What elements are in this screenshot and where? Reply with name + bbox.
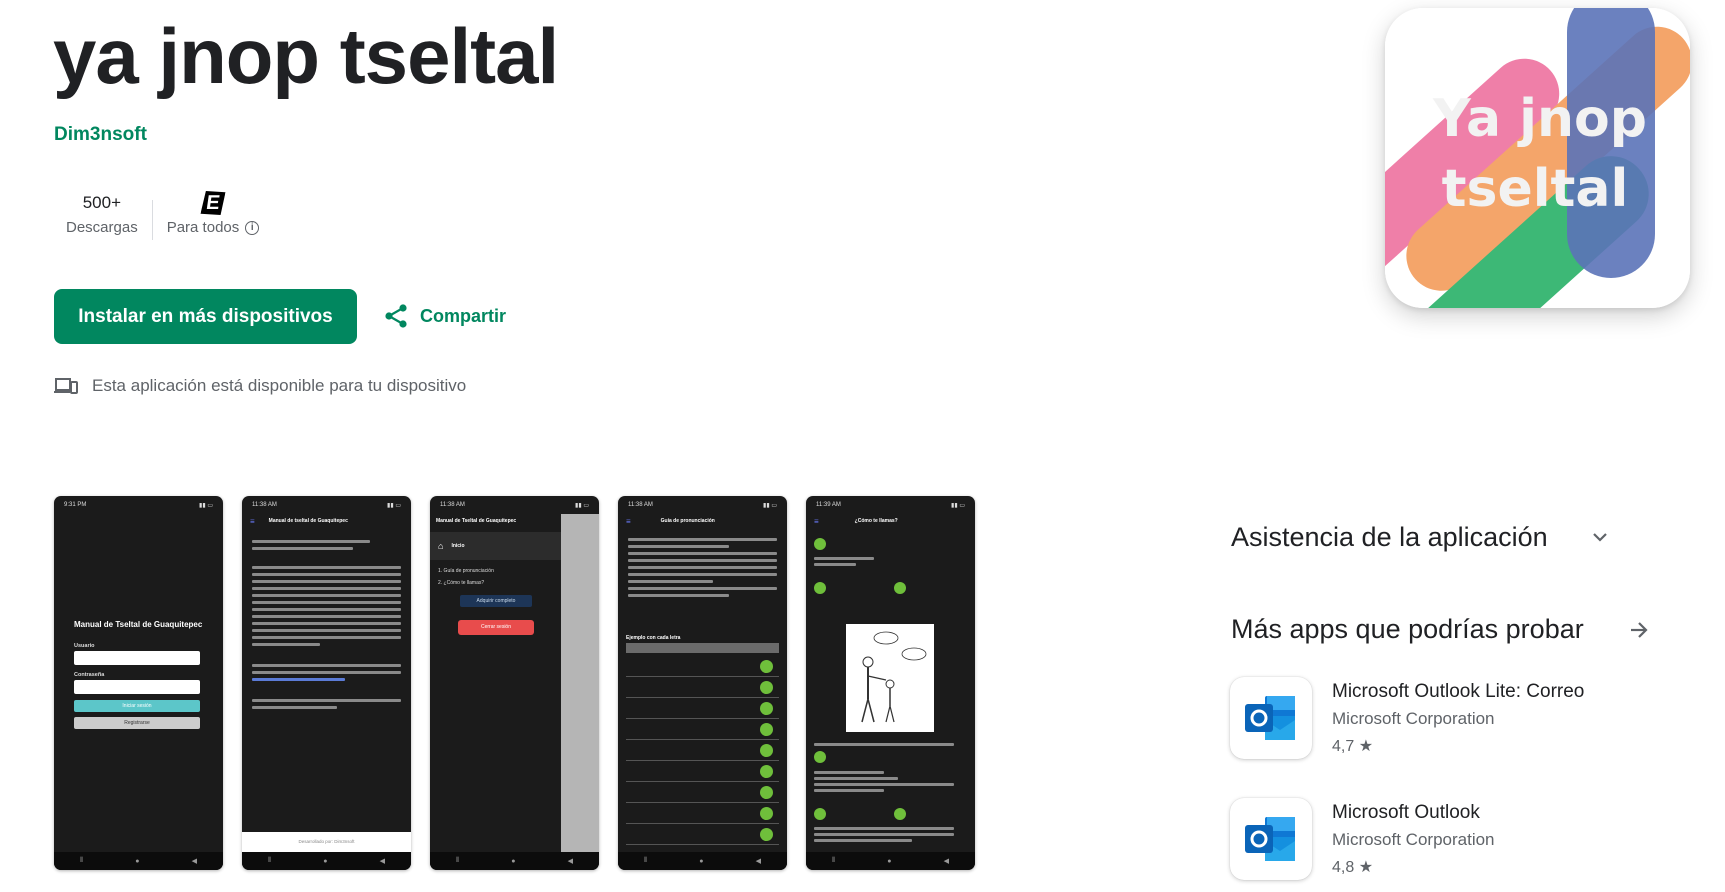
- app-icon: Ya jnop tseltal: [1385, 8, 1690, 308]
- play-icon: [760, 723, 773, 736]
- menu-icon: ≡: [814, 516, 819, 526]
- content-rating-stat: E Para todos i: [153, 190, 274, 250]
- table-title: Ejemplo con cada letra: [626, 635, 681, 641]
- icon-text-line2: tseltal: [1442, 159, 1629, 219]
- android-nav-bar: ⦀ ● ◀: [242, 852, 411, 870]
- buy-full-button: Adquirir completo: [460, 595, 532, 607]
- rec-app-developer: Microsoft Corporation: [1332, 709, 1495, 728]
- play-icon: [814, 751, 826, 763]
- screenshot-2[interactable]: 11:38 AM ▮▮ ▭ ≡ Manual de tseltal de Guaq…: [242, 496, 411, 870]
- play-icon: [760, 765, 773, 778]
- illustration-image: [846, 624, 934, 732]
- register-button: Registrarse: [74, 717, 200, 729]
- menu-item-1: 1. Guía de pronunciación: [438, 568, 494, 574]
- status-time: 11:38 AM: [440, 502, 465, 508]
- rec-app-rating: 4,8 ★: [1332, 859, 1374, 876]
- android-nav-bar: ⦀ ● ◀: [806, 852, 975, 870]
- user-field: [74, 651, 200, 665]
- play-icon: [814, 538, 826, 550]
- menu-icon: ≡: [250, 516, 255, 526]
- rec-app-name[interactable]: Microsoft Outlook Lite: Correo: [1332, 681, 1584, 703]
- install-button[interactable]: Instalar en más dispositivos: [54, 289, 357, 344]
- status-icons: ▮▮ ▭: [951, 502, 965, 509]
- screenshot-4[interactable]: 11:38 AM ▮▮ ▭ ≡ Guía de pronunciación Eje…: [618, 496, 787, 870]
- screen-title: Manual de tseltal de Guaquitepec: [268, 518, 348, 524]
- recommended-app-2[interactable]: Microsoft Outlook Microsoft Corporation …: [1230, 798, 1495, 880]
- letters-table: [626, 656, 779, 845]
- share-label: Compartir: [420, 305, 507, 326]
- chevron-down-icon[interactable]: [1591, 530, 1609, 544]
- content-rating-label: Para todos: [166, 219, 240, 236]
- drawer-scrim: [561, 514, 599, 852]
- esrb-everyone-icon: E: [200, 191, 225, 215]
- play-icon: [760, 681, 773, 694]
- device-note-text: Esta aplicación está disponible para tu …: [92, 376, 467, 395]
- info-icon[interactable]: i: [245, 220, 260, 235]
- menu-home: Inicio: [451, 543, 465, 549]
- play-icon: [760, 807, 773, 820]
- app-stats: 500+ Descargas E Para todos i: [54, 190, 273, 250]
- developer-link[interactable]: Dim3nsoft: [54, 124, 147, 146]
- rec-app-rating: 4,7 ★: [1332, 738, 1374, 755]
- screenshot-3[interactable]: 11:38 AM ▮▮ ▭ Manual de Tseltal de Guaqui…: [430, 496, 599, 870]
- device-availability-note: Esta aplicación está disponible para tu …: [54, 376, 466, 396]
- status-icons: ▮▮ ▭: [575, 502, 589, 509]
- screen-title: Guía de pronunciación: [660, 518, 715, 524]
- home-icon: ⌂: [438, 541, 444, 551]
- menu-icon: ≡: [626, 516, 631, 526]
- login-title: Manual de Tseltal de Guaquitepec: [74, 620, 203, 629]
- menu-item-2: 2. ¿Cómo te llamas?: [438, 580, 485, 586]
- rec-app-developer: Microsoft Corporation: [1332, 830, 1495, 849]
- play-icon: [814, 582, 826, 594]
- screenshot-5[interactable]: 11:39 AM ▮▮ ▭ ≡ ¿Cómo te llamas? ⦀ ● ◀: [806, 496, 975, 870]
- rec-app-name[interactable]: Microsoft Outlook: [1332, 802, 1495, 824]
- downloads-label: Descargas: [66, 219, 138, 236]
- icon-text-line1: Ya jnop: [1432, 89, 1647, 149]
- play-icon: [760, 828, 773, 841]
- arrow-right-icon[interactable]: [1628, 620, 1650, 640]
- developer-footer: Desarrollado por: Dim3nsoft: [242, 832, 411, 852]
- android-nav-bar: ⦀ ● ◀: [618, 852, 787, 870]
- password-label: Contraseña: [74, 672, 105, 678]
- login-button: Iniciar sesión: [74, 700, 200, 712]
- android-nav-bar: ⦀ ● ◀: [54, 852, 223, 870]
- play-icon: [894, 582, 906, 594]
- android-nav-bar: ⦀ ● ◀: [430, 852, 599, 870]
- status-time: 11:38 AM: [252, 502, 277, 508]
- downloads-stat: 500+ Descargas: [54, 190, 152, 250]
- user-label: Usuario: [74, 643, 95, 649]
- play-icon: [760, 660, 773, 673]
- outlook-icon[interactable]: [1230, 798, 1312, 880]
- status-time: 11:39 AM: [816, 502, 841, 508]
- table-header: [626, 643, 779, 653]
- devices-icon: [54, 378, 78, 394]
- outlook-lite-icon[interactable]: [1230, 677, 1312, 759]
- status-time: 9:31 PM: [64, 502, 87, 508]
- play-icon: [760, 702, 773, 715]
- more-apps-title[interactable]: Más apps que podrías probar: [1231, 614, 1584, 645]
- recommended-app-1[interactable]: Microsoft Outlook Lite: Correo Microsoft…: [1230, 677, 1584, 759]
- share-icon: [385, 304, 407, 328]
- screenshot-1[interactable]: 9:31 PM ▮▮ ▭ Manual de Tseltal de Guaquit…: [54, 496, 223, 870]
- play-icon: [760, 786, 773, 799]
- status-icons: ▮▮ ▭: [763, 502, 777, 509]
- share-button[interactable]: Compartir: [384, 296, 506, 336]
- play-icon: [760, 744, 773, 757]
- status-icons: ▮▮ ▭: [387, 502, 401, 509]
- status-icons: ▮▮ ▭: [199, 502, 213, 509]
- downloads-value: 500+: [82, 193, 121, 212]
- app-support-title[interactable]: Asistencia de la aplicación: [1231, 522, 1548, 553]
- screenshot-carousel: 9:31 PM ▮▮ ▭ Manual de Tseltal de Guaquit…: [54, 496, 975, 870]
- screen-title: ¿Cómo te llamas?: [854, 518, 898, 524]
- intro-text-block: [242, 528, 411, 709]
- password-field: [74, 680, 200, 694]
- play-icon: [894, 808, 906, 820]
- app-title: ya jnop tseltal: [53, 12, 559, 100]
- logout-button: Cerrar sesión: [458, 620, 534, 635]
- play-icon: [814, 808, 826, 820]
- status-time: 11:38 AM: [628, 502, 653, 508]
